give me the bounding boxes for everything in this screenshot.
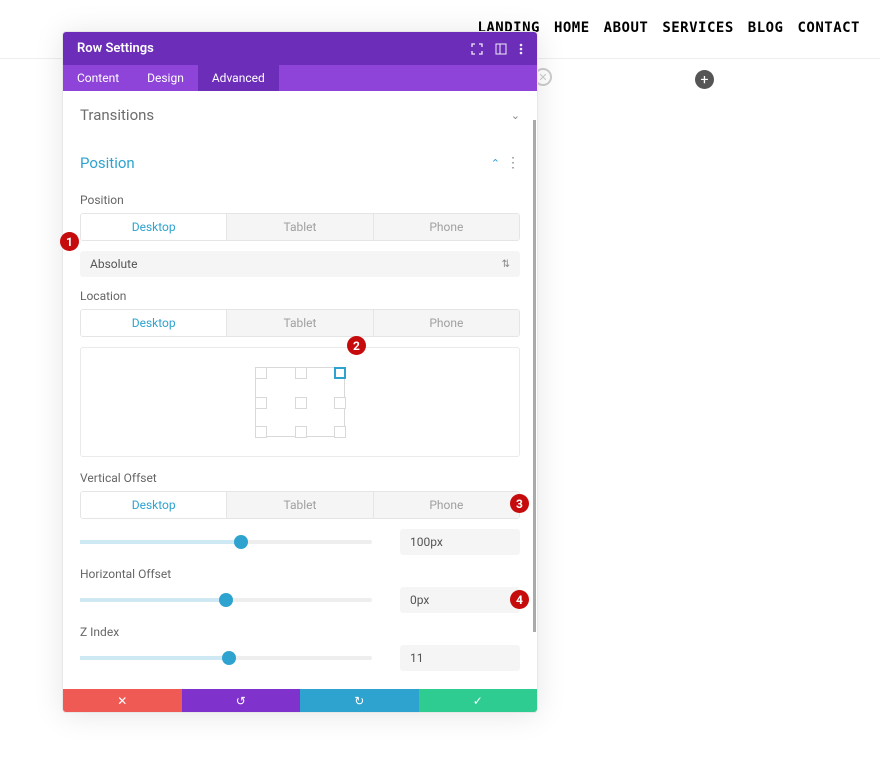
nav-contact[interactable]: CONTACT [797, 20, 860, 36]
anchor-top-left[interactable] [255, 367, 267, 379]
modal-title: Row Settings [77, 41, 154, 56]
modal-tabs: Content Design Advanced [63, 65, 537, 91]
nav-about[interactable]: ABOUT [604, 20, 649, 36]
anchor-mid-right[interactable] [334, 397, 346, 409]
position-select[interactable]: Absolute ⇅ [80, 251, 520, 277]
annotation-badge-1: 1 [60, 232, 79, 251]
anchor-bottom-right[interactable] [334, 426, 346, 438]
annotation-badge-2: 2 [347, 336, 366, 355]
annotation-badge-4: 4 [510, 590, 529, 609]
tab-design[interactable]: Design [133, 65, 198, 91]
modal-footer: ✕ ↺ ↻ ✓ [63, 689, 537, 712]
horizontal-offset-input[interactable]: 0px [400, 587, 520, 613]
expand-icon[interactable] [471, 43, 483, 55]
undo-button[interactable]: ↺ [182, 689, 301, 712]
vertical-offset-row: 100px [80, 529, 520, 555]
voffset-responsive-tabs: Desktop Tablet Phone [80, 491, 520, 519]
add-section-button[interactable]: + [695, 70, 714, 89]
scrollbar[interactable] [533, 120, 536, 632]
vertical-offset-thumb[interactable] [234, 535, 248, 549]
anchor-bottom-left[interactable] [255, 426, 267, 438]
position-tablet-tab[interactable]: Tablet [226, 214, 372, 240]
nav-home[interactable]: HOME [554, 20, 590, 36]
location-tablet-tab[interactable]: Tablet [226, 310, 372, 336]
anchor-grid [255, 367, 345, 437]
section-menu-icon[interactable] [506, 155, 520, 171]
nav-blog[interactable]: BLOG [748, 20, 784, 36]
location-anchor-box [80, 347, 520, 457]
redo-button[interactable]: ↻ [300, 689, 419, 712]
z-index-thumb[interactable] [222, 651, 236, 665]
horizontal-offset-thumb[interactable] [219, 593, 233, 607]
anchor-mid-center[interactable] [295, 397, 307, 409]
cancel-button[interactable]: ✕ [63, 689, 182, 712]
annotation-badge-3: 3 [510, 494, 529, 513]
z-index-slider[interactable] [80, 656, 372, 660]
row-settings-modal: Row Settings Content Design Advanced Tra… [62, 31, 538, 713]
modal-menu-icon[interactable] [519, 43, 523, 55]
position-responsive-tabs: Desktop Tablet Phone [80, 213, 520, 241]
label-z-index: Z Index [80, 625, 520, 639]
vertical-offset-slider[interactable] [80, 540, 372, 544]
z-index-row: 11 [80, 645, 520, 671]
voffset-tablet-tab[interactable]: Tablet [226, 492, 372, 518]
nav-services[interactable]: SERVICES [662, 20, 733, 36]
horizontal-offset-row: 0px [80, 587, 520, 613]
select-caret-icon: ⇅ [502, 259, 510, 270]
modal-header[interactable]: Row Settings [63, 32, 537, 65]
location-desktop-tab[interactable]: Desktop [81, 310, 226, 336]
tab-content[interactable]: Content [63, 65, 133, 91]
z-index-input[interactable]: 11 [400, 645, 520, 671]
location-responsive-tabs: Desktop Tablet Phone [80, 309, 520, 337]
label-vertical-offset: Vertical Offset [80, 471, 520, 485]
label-position: Position [80, 193, 520, 207]
label-horizontal-offset: Horizontal Offset [80, 567, 520, 581]
tab-advanced[interactable]: Advanced [198, 65, 279, 91]
voffset-desktop-tab[interactable]: Desktop [81, 492, 226, 518]
position-panel: Position Desktop Tablet Phone Absolute ⇅… [80, 193, 520, 671]
chevron-down-icon: ⌄ [511, 109, 520, 122]
vertical-offset-input[interactable]: 100px [400, 529, 520, 555]
position-phone-tab[interactable]: Phone [373, 214, 519, 240]
location-phone-tab[interactable]: Phone [373, 310, 519, 336]
section-title-position: Position [80, 154, 135, 172]
voffset-phone-tab[interactable]: Phone [373, 492, 519, 518]
section-title-transitions: Transitions [80, 106, 154, 124]
layout-icon[interactable] [495, 43, 507, 55]
horizontal-offset-slider[interactable] [80, 598, 372, 602]
position-desktop-tab[interactable]: Desktop [81, 214, 226, 240]
modal-body[interactable]: Transitions ⌄ Position ⌃ Position Deskto… [63, 91, 537, 689]
section-transitions[interactable]: Transitions ⌄ [80, 91, 520, 139]
anchor-bottom-center[interactable] [295, 426, 307, 438]
chevron-up-icon: ⌃ [491, 157, 500, 170]
anchor-top-right[interactable] [334, 367, 346, 379]
position-select-value: Absolute [90, 257, 137, 271]
label-location: Location [80, 289, 520, 303]
anchor-top-center[interactable] [295, 367, 307, 379]
anchor-mid-left[interactable] [255, 397, 267, 409]
section-position[interactable]: Position ⌃ [80, 139, 520, 187]
save-button[interactable]: ✓ [419, 689, 538, 712]
